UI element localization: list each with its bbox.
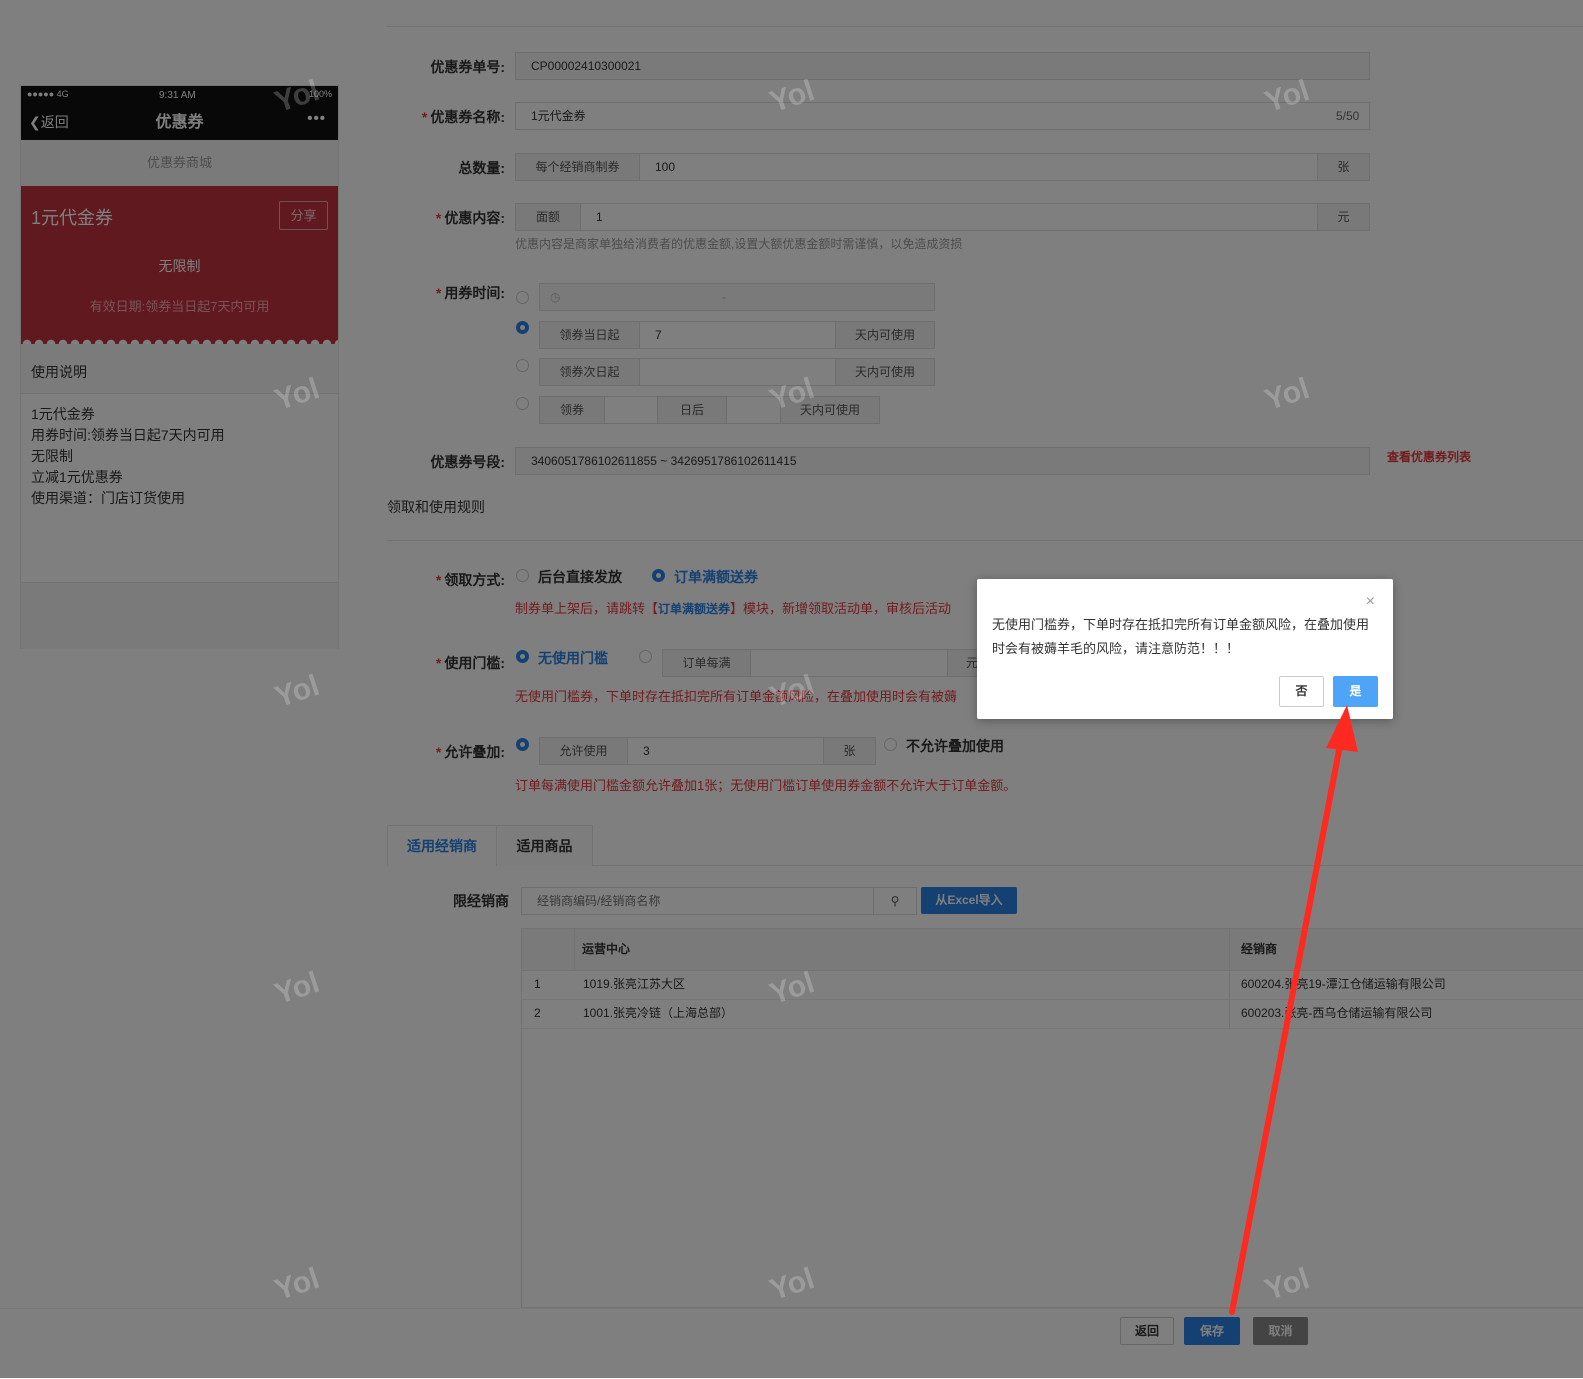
annotation-arrow <box>1229 705 1358 1315</box>
arrow-head <box>1326 705 1358 752</box>
arrow-shaft <box>1229 742 1343 1315</box>
